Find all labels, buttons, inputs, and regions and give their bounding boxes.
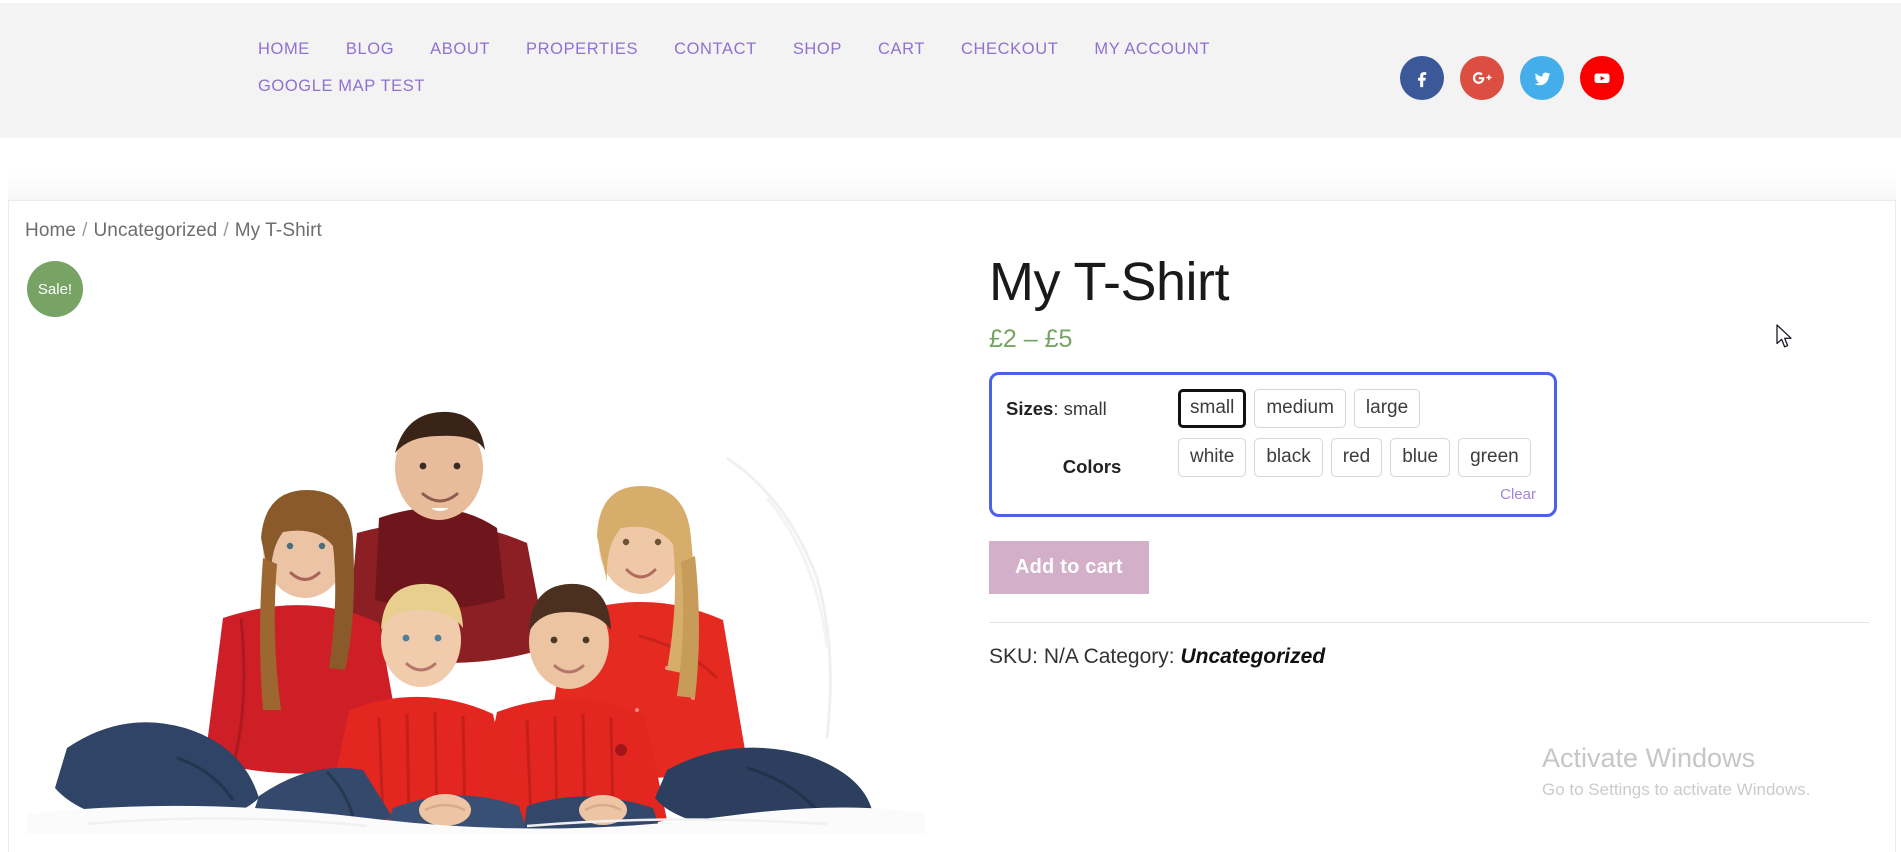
- variation-label-colors: Colors: [1006, 438, 1178, 478]
- nav-link-cart[interactable]: CART: [860, 31, 943, 68]
- breadcrumb-link-uncategorized[interactable]: Uncategorized: [93, 220, 217, 241]
- content-top-shadow: [8, 170, 1896, 200]
- nav-item-about[interactable]: ABOUT: [412, 31, 508, 68]
- size-swatch-group: small medium large: [1178, 389, 1421, 428]
- sku-value: N/A: [1043, 644, 1078, 668]
- product-meta: SKU: N/A Category: Uncategorized: [989, 621, 1869, 669]
- page-title: My T-Shirt: [989, 252, 1230, 312]
- google-plus-icon[interactable]: [1460, 56, 1504, 100]
- breadcrumb-separator: /: [223, 220, 229, 241]
- product-image[interactable]: [27, 318, 925, 834]
- nav-item-google-map-test[interactable]: GOOGLE MAP TEST: [240, 68, 1360, 105]
- cart-area: Add to cart: [989, 540, 1869, 594]
- nav-item-shop[interactable]: SHOP: [775, 31, 860, 68]
- color-option-white[interactable]: white: [1178, 437, 1247, 477]
- nav-link-contact[interactable]: CONTACT: [656, 31, 775, 68]
- product-gallery: Sale!: [27, 261, 927, 837]
- variation-label-sizes-name: Sizes: [1006, 398, 1054, 420]
- nav-link-checkout[interactable]: CHECKOUT: [943, 31, 1076, 68]
- breadcrumb-link-home[interactable]: Home: [25, 220, 76, 241]
- variation-row-colors: Colors white black red blue green: [1006, 437, 1540, 478]
- nav-item-contact[interactable]: CONTACT: [656, 31, 775, 68]
- youtube-icon[interactable]: [1580, 56, 1624, 100]
- color-swatch-group: white black red blue green: [1178, 437, 1531, 477]
- nav-link-google-map-test[interactable]: GOOGLE MAP TEST: [240, 68, 1360, 105]
- nav-item-cart[interactable]: CART: [860, 31, 943, 68]
- color-option-green[interactable]: green: [1458, 437, 1531, 477]
- activate-windows-watermark: Activate Windows Go to Settings to activ…: [1542, 742, 1810, 800]
- nav-link-properties[interactable]: PROPERTIES: [508, 31, 656, 68]
- sale-badge: Sale!: [27, 261, 83, 317]
- facebook-icon[interactable]: [1400, 56, 1444, 100]
- breadcrumb-separator: /: [82, 220, 88, 241]
- nav-item-blog[interactable]: BLOG: [328, 31, 412, 68]
- variation-row-sizes: Sizes: small small medium large: [1006, 389, 1540, 428]
- product-price: £2 – £5: [989, 325, 1073, 354]
- watermark-title: Activate Windows: [1542, 743, 1756, 773]
- category-link-uncategorized[interactable]: Uncategorized: [1180, 645, 1325, 668]
- primary-navigation: HOME BLOG ABOUT PROPERTIES CONTACT SHOP: [240, 31, 1360, 105]
- breadcrumb: Home / Uncategorized / My T-Shirt: [25, 220, 322, 242]
- color-option-blue[interactable]: blue: [1390, 437, 1451, 477]
- product-summary: My T-Shirt £2 – £5 Sizes: small small me…: [989, 251, 1869, 669]
- nav-item-home[interactable]: HOME: [240, 31, 328, 68]
- color-option-black[interactable]: black: [1254, 437, 1323, 477]
- nav-menu-list: HOME BLOG ABOUT PROPERTIES CONTACT SHOP: [240, 31, 1360, 105]
- nav-link-home[interactable]: HOME: [240, 31, 328, 68]
- nav-link-blog[interactable]: BLOG: [328, 31, 412, 68]
- page-root: HOME BLOG ABOUT PROPERTIES CONTACT SHOP: [0, 0, 1901, 852]
- twitter-icon[interactable]: [1520, 56, 1564, 100]
- social-links: [1400, 56, 1624, 100]
- site-header: HOME BLOG ABOUT PROPERTIES CONTACT SHOP: [0, 3, 1901, 138]
- variation-label-sizes-value: : small: [1053, 398, 1107, 420]
- nav-item-checkout[interactable]: CHECKOUT: [943, 31, 1076, 68]
- color-option-red[interactable]: red: [1330, 437, 1383, 477]
- category-label: Category:: [1083, 644, 1175, 668]
- variation-label-sizes: Sizes: small: [1006, 389, 1178, 420]
- nav-link-shop[interactable]: SHOP: [775, 31, 860, 68]
- breadcrumb-current: My T-Shirt: [234, 220, 322, 241]
- nav-link-my-account[interactable]: MY ACCOUNT: [1076, 31, 1228, 68]
- clear-variations-link[interactable]: Clear: [1500, 486, 1536, 503]
- nav-link-about[interactable]: ABOUT: [412, 31, 508, 68]
- variations-form: Sizes: small small medium large Colors w…: [989, 372, 1557, 517]
- variation-label-colors-name: Colors: [1062, 455, 1122, 477]
- sku-label: SKU:: [989, 644, 1039, 668]
- size-option-medium[interactable]: medium: [1254, 389, 1346, 428]
- nav-item-properties[interactable]: PROPERTIES: [508, 31, 656, 68]
- clear-row: Clear: [1006, 486, 1540, 504]
- size-option-small[interactable]: small: [1178, 389, 1247, 428]
- add-to-cart-button[interactable]: Add to cart: [989, 540, 1149, 594]
- watermark-subtitle: Go to Settings to activate Windows.: [1542, 779, 1811, 799]
- size-option-large[interactable]: large: [1353, 389, 1421, 428]
- nav-item-my-account[interactable]: MY ACCOUNT: [1076, 31, 1228, 68]
